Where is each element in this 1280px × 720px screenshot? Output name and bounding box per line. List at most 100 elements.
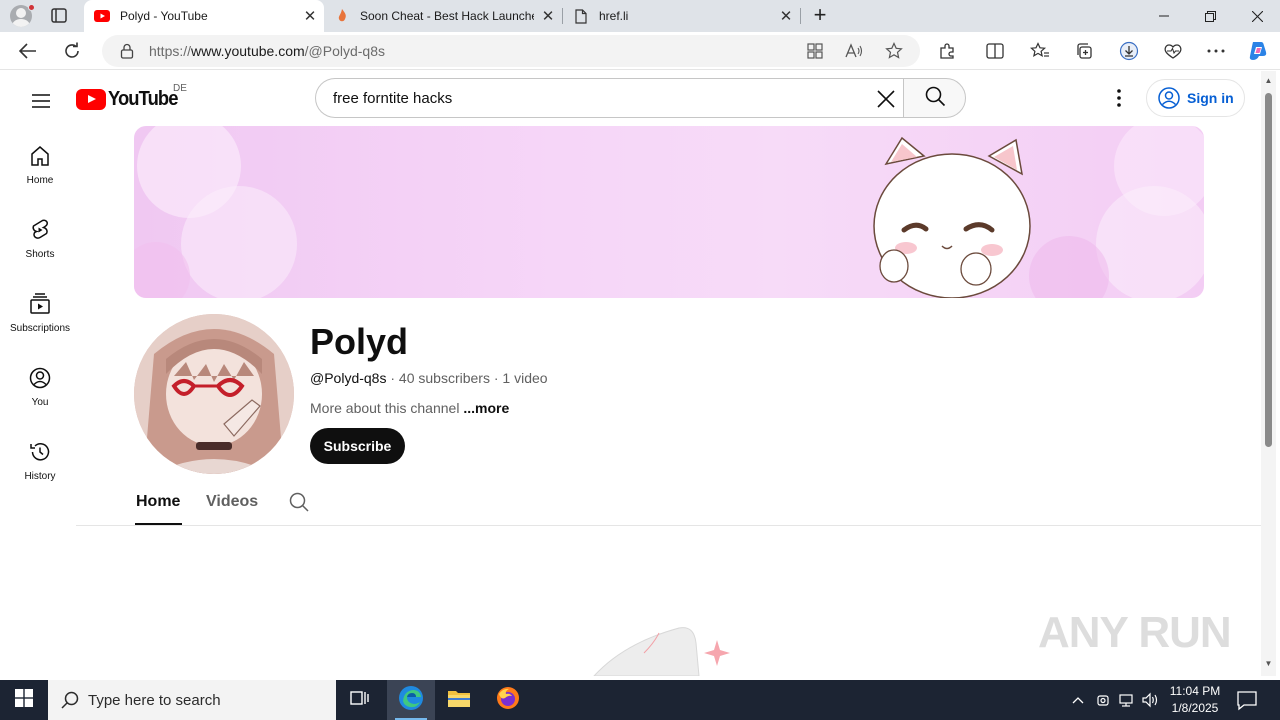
tab-home[interactable]: Home [136, 493, 180, 511]
tab-polyd-youtube[interactable]: Polyd - YouTube ✕ [84, 0, 324, 32]
shorts-icon [28, 218, 52, 242]
scroll-down-icon[interactable]: ▼ [1264, 659, 1273, 668]
sidebar-item-home[interactable]: Home [4, 134, 76, 208]
tabs-divider [76, 525, 1261, 526]
sidebar-item-shorts[interactable]: Shorts [4, 208, 76, 282]
downloads-icon[interactable] [1115, 37, 1143, 65]
taskbar-file-explorer[interactable] [435, 680, 483, 720]
extensions-icon[interactable] [933, 37, 961, 65]
browser-tab-bar: Polyd - YouTube ✕ Soon Cheat - Best Hack… [0, 0, 1280, 32]
settings-kebab-icon[interactable] [1107, 86, 1131, 110]
performance-icon[interactable] [1159, 37, 1187, 65]
taskbar-firefox[interactable] [484, 680, 532, 720]
clock-time: 11:04 PM [1169, 684, 1221, 698]
close-window-button[interactable] [1234, 0, 1280, 32]
edge-icon [398, 685, 424, 716]
tab-title: href.li [599, 9, 629, 23]
youtube-page: YouTube DE free forntite hacks Sign in H… [4, 71, 1261, 676]
refresh-button[interactable] [58, 37, 86, 65]
subscriber-count: 40 subscribers [398, 370, 490, 386]
channel-search-icon[interactable] [288, 491, 310, 513]
sidebar-item-label: You [31, 397, 49, 408]
clear-search-icon[interactable] [875, 88, 897, 110]
read-aloud-icon[interactable] [844, 41, 864, 61]
search-input[interactable]: free forntite hacks [315, 78, 904, 118]
flame-icon [334, 8, 350, 24]
sidebar-item-you[interactable]: You [4, 356, 76, 430]
guide-menu-icon[interactable] [29, 89, 53, 113]
video-count: 1 video [502, 370, 548, 386]
youtube-play-icon [76, 88, 106, 110]
sign-in-label: Sign in [1187, 90, 1234, 106]
channel-avatar[interactable] [134, 314, 294, 474]
back-button[interactable] [14, 37, 42, 65]
tab-soon-cheat[interactable]: Soon Cheat - Best Hack Launche ✕ [324, 0, 562, 32]
show-hidden-icons[interactable] [1069, 690, 1087, 710]
collections-icon[interactable] [1070, 37, 1098, 65]
start-button[interactable] [0, 680, 48, 720]
search-query: free forntite hacks [333, 90, 453, 107]
sidebar-item-label: History [24, 471, 56, 482]
sign-in-button[interactable]: Sign in [1146, 79, 1245, 117]
channel-description[interactable]: More about this channel ...more [310, 400, 509, 416]
app-available-icon[interactable] [805, 41, 825, 61]
tab-actions-icon[interactable] [48, 6, 70, 26]
channel-description-text: More about this channel [310, 400, 460, 416]
folder-icon [447, 688, 471, 713]
you-icon [28, 366, 52, 390]
scroll-up-icon[interactable]: ▲ [1264, 76, 1273, 85]
white-cat-illustration [873, 136, 1031, 298]
more-link[interactable]: ...more [463, 400, 509, 416]
more-options-icon[interactable] [1202, 37, 1230, 65]
sidebar-item-subscriptions[interactable]: Subscriptions [4, 282, 76, 356]
minimize-button[interactable] [1141, 0, 1187, 32]
youtube-logo-text: YouTube [108, 87, 178, 110]
anyrun-watermark: ANY RUN [1038, 608, 1232, 657]
subscriptions-icon [28, 292, 52, 316]
search-button[interactable] [903, 78, 966, 118]
favorite-star-icon[interactable] [884, 41, 904, 61]
home-icon [28, 144, 52, 168]
close-tab-icon[interactable]: ✕ [772, 7, 800, 25]
address-bar[interactable]: https://www.youtube.com/@Polyd-q8s [102, 35, 920, 67]
search-icon [60, 690, 80, 710]
close-tab-icon[interactable]: ✕ [534, 7, 562, 25]
tab-separator [800, 8, 801, 24]
tab-href-li[interactable]: href.li ✕ [563, 0, 800, 32]
account-circle-icon [1157, 86, 1181, 110]
country-code: DE [173, 83, 187, 94]
split-screen-icon[interactable] [981, 37, 1009, 65]
windows-logo-icon [15, 688, 33, 712]
network-icon[interactable] [1117, 690, 1135, 710]
restore-button[interactable] [1187, 0, 1233, 32]
close-tab-icon[interactable]: ✕ [296, 7, 324, 25]
favorites-icon[interactable] [1026, 37, 1054, 65]
url-text: https://www.youtube.com/@Polyd-q8s [149, 43, 385, 59]
scrollbar-thumb[interactable] [1265, 93, 1272, 447]
taskbar-edge[interactable] [387, 680, 435, 720]
taskbar-clock[interactable]: 11:04 PM 1/8/2025 [1162, 683, 1228, 717]
youtube-logo[interactable]: YouTube [76, 87, 184, 111]
lock-icon[interactable] [118, 42, 136, 60]
copilot-icon[interactable] [1244, 37, 1272, 65]
sidebar-item-label: Shorts [25, 249, 55, 260]
tab-title: Soon Cheat - Best Hack Launche [360, 9, 534, 23]
banner-artwork [134, 126, 1204, 298]
taskbar-search-placeholder: Type here to search [88, 691, 221, 709]
sidebar-item-history[interactable]: History [4, 430, 76, 504]
new-tab-button[interactable]: + [808, 4, 832, 28]
volume-icon[interactable] [1141, 690, 1159, 710]
firefox-icon [496, 686, 520, 715]
sidebar-item-label: Home [26, 175, 54, 186]
subscribe-button[interactable]: Subscribe [310, 428, 405, 464]
channel-name: Polyd [310, 321, 409, 362]
taskbar-search-input[interactable]: Type here to search [48, 680, 336, 720]
tab-videos[interactable]: Videos [206, 493, 258, 511]
sidebar-item-label: Subscriptions [9, 323, 71, 334]
empty-state-illustration [593, 627, 730, 676]
notifications-icon[interactable] [1236, 689, 1258, 711]
page-scrollbar[interactable]: ▲ ▼ [1261, 71, 1276, 676]
task-view-button[interactable] [336, 680, 384, 720]
channel-banner [134, 126, 1204, 298]
meet-now-icon[interactable] [1094, 690, 1112, 710]
